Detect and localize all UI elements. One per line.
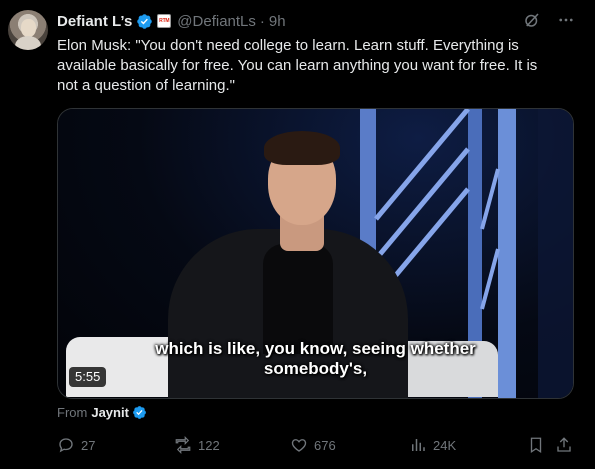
views-icon [412,439,425,451]
author-handle[interactable]: @DefiantLs [177,13,256,30]
like-button[interactable]: 676 [290,436,336,454]
tweet[interactable]: Defiant L’s RTM @DefiantLs · 9h Elon Mus… [0,0,595,469]
reply-button[interactable]: 27 [57,436,95,454]
video-player[interactable]: which is like, you know, seeing whether … [57,108,574,399]
share-button[interactable] [555,436,573,454]
repost-icon [175,436,191,454]
tweet-text: Elon Musk: "You don't need college to le… [57,37,538,94]
caption-line-2: somebody's, [263,359,368,378]
views-count: 24K [433,437,457,453]
top-actions [523,11,575,29]
more-icon[interactable] [557,11,575,29]
video-caption: which is like, you know, seeing whether … [58,339,573,379]
reply-icon [59,438,73,453]
affiliate-badge-text: RTM [159,18,170,24]
repost-button[interactable]: 122 [174,436,220,454]
grok-icon[interactable] [523,11,541,29]
bookmark-button[interactable] [527,436,545,454]
verified-badge-icon [133,406,146,419]
header-separator: · [259,12,265,30]
bookmark-icon [530,437,542,454]
like-icon [291,439,307,452]
like-count: 676 [314,437,336,453]
share-icon [557,437,571,452]
views-button[interactable]: 24K [409,436,456,454]
affiliate-badge[interactable]: RTM [157,14,172,28]
author-display-name[interactable]: Defiant L’s [57,13,132,30]
source-attribution: From Jaynit [57,405,147,420]
repost-count: 122 [198,437,220,453]
verified-badge-icon [137,13,153,29]
reply-count: 27 [81,437,96,453]
caption-line-1: which is like, you know, seeing whether [155,339,476,358]
tweet-actions: 27 122 676 24K [57,436,577,456]
video-duration: 5:55 [69,367,107,387]
author-avatar[interactable] [8,10,48,50]
source-account-link[interactable]: Jaynit [91,405,129,420]
tweet-header: Defiant L’s RTM @DefiantLs · 9h [57,11,286,31]
from-label: From [57,405,88,420]
tweet-time[interactable]: 9h [269,13,286,30]
